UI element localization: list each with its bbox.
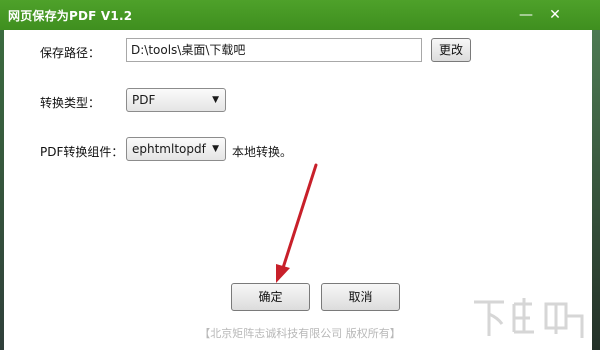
download-watermark-logo	[474, 298, 584, 338]
